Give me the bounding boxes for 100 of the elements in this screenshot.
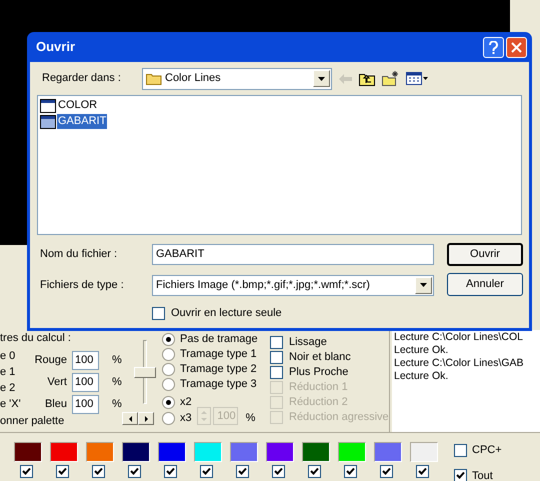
spin-arrows-icon xyxy=(200,410,207,422)
radio-label: x2 xyxy=(180,396,192,409)
percent-label: % xyxy=(112,398,122,411)
left-arrow-icon xyxy=(128,416,132,422)
checkbox[interactable] xyxy=(308,465,320,478)
check-icon xyxy=(346,467,354,476)
checkbox[interactable] xyxy=(164,465,176,478)
percent-label: % xyxy=(112,354,122,367)
checkbox[interactable] xyxy=(344,465,356,478)
zoom-field: 100 xyxy=(212,407,238,425)
close-icon xyxy=(511,42,522,52)
radio-button[interactable] xyxy=(162,333,175,346)
checkbox[interactable] xyxy=(236,465,248,478)
color-swatch[interactable] xyxy=(338,442,366,462)
checkbox[interactable] xyxy=(20,465,32,478)
checkbox[interactable] xyxy=(152,306,165,320)
option-label: Réduction 1 xyxy=(289,381,348,394)
option-label: Noir et blanc xyxy=(289,351,351,364)
check-icon xyxy=(238,467,246,476)
checkbox[interactable] xyxy=(272,465,284,478)
cpc-label: CPC+ xyxy=(472,443,502,458)
color-swatch[interactable] xyxy=(302,442,330,462)
radio-label: x3 xyxy=(180,412,192,425)
window-icon xyxy=(40,114,56,128)
help-icon xyxy=(489,40,498,54)
check-icon xyxy=(382,467,390,476)
view-menu-icon[interactable] xyxy=(406,72,428,85)
radio-button[interactable] xyxy=(162,348,175,361)
channel-field[interactable]: 100 xyxy=(72,351,99,370)
color-swatch[interactable] xyxy=(410,442,438,462)
log-line: Lecture Ok. xyxy=(394,370,450,383)
option-label: Plus Proche xyxy=(289,366,348,379)
color-swatch[interactable] xyxy=(230,442,258,462)
scroll-right-button[interactable] xyxy=(138,412,154,425)
checkbox[interactable] xyxy=(270,336,283,349)
checkbox[interactable] xyxy=(454,469,467,481)
radio-button[interactable] xyxy=(162,378,175,391)
checkbox[interactable] xyxy=(416,465,428,478)
window-title: Ouvrir xyxy=(36,38,76,56)
look-in-label: Regarder dans : xyxy=(41,71,122,86)
color-swatch[interactable] xyxy=(266,442,294,462)
color-swatch[interactable] xyxy=(122,442,150,462)
all-label: Tout xyxy=(472,468,493,481)
color-swatch[interactable] xyxy=(374,442,402,462)
mode-label: e 1 xyxy=(0,366,16,379)
checkbox[interactable] xyxy=(380,465,392,478)
folder-icon xyxy=(146,72,162,85)
checkbox[interactable] xyxy=(270,366,283,379)
log-line: Lecture C:\Color Lines\GAB xyxy=(394,357,525,370)
color-swatch[interactable] xyxy=(14,442,42,462)
color-swatch[interactable] xyxy=(158,442,186,462)
color-swatch[interactable] xyxy=(50,442,78,462)
check-icon xyxy=(202,467,210,476)
percent-label: % xyxy=(112,376,122,389)
check-icon xyxy=(274,467,282,476)
mode-label: e 'X' xyxy=(0,398,22,411)
radio-button[interactable] xyxy=(162,412,175,425)
dropdown-button[interactable] xyxy=(415,276,432,294)
new-folder-icon[interactable] xyxy=(382,71,399,86)
check-icon xyxy=(94,467,102,476)
log-line: Lecture Ok. xyxy=(394,344,450,357)
color-swatch[interactable] xyxy=(194,442,222,462)
dialog-button[interactable]: Annuler xyxy=(447,273,523,296)
checkbox[interactable] xyxy=(92,465,104,478)
channel-field[interactable]: 100 xyxy=(72,395,99,414)
file-item[interactable]: COLOR xyxy=(40,98,519,113)
channel-label: Rouge xyxy=(34,354,68,367)
dropdown-button[interactable] xyxy=(313,70,330,87)
percent-label: % xyxy=(246,412,256,425)
radio-label: Tramage type 1 xyxy=(180,348,257,361)
checkbox[interactable] xyxy=(454,444,467,457)
filename-field[interactable]: GABARIT xyxy=(152,244,434,264)
check-icon xyxy=(310,467,318,476)
checkbox[interactable] xyxy=(56,465,68,478)
dialog-button[interactable]: Ouvrir xyxy=(447,243,523,266)
channel-field[interactable]: 100 xyxy=(72,373,99,392)
file-item[interactable]: GABARIT xyxy=(40,114,519,129)
radio-button[interactable] xyxy=(162,363,175,376)
option-label: Réduction 2 xyxy=(289,396,348,409)
look-in-dropdown[interactable]: Color Lines xyxy=(142,68,332,90)
filetype-dropdown[interactable]: Fichiers Image (*.bmp;*.gif;*.jpg;*.wmf;*.scr) xyxy=(152,274,434,296)
checkbox[interactable] xyxy=(270,351,283,364)
window-icon xyxy=(40,98,56,112)
radio-button[interactable] xyxy=(162,396,175,409)
help-button[interactable] xyxy=(483,36,504,58)
channel-label: Bleu xyxy=(44,398,68,411)
up-folder-icon[interactable] xyxy=(359,72,375,86)
checkbox[interactable] xyxy=(128,465,140,478)
slider-thumb[interactable] xyxy=(134,367,156,378)
check-icon xyxy=(166,467,174,476)
scroll-left-button[interactable] xyxy=(122,412,138,425)
checkbox[interactable] xyxy=(200,465,212,478)
caret-icon xyxy=(318,76,325,80)
palette-label: onner palette xyxy=(0,415,66,428)
color-swatch[interactable] xyxy=(86,442,114,462)
log-line: Lecture C:\Color Lines\COL xyxy=(394,331,524,344)
right-arrow-icon xyxy=(144,416,148,422)
check-icon xyxy=(22,467,30,476)
mode-label: e 2 xyxy=(0,382,16,395)
close-button[interactable] xyxy=(506,36,527,58)
